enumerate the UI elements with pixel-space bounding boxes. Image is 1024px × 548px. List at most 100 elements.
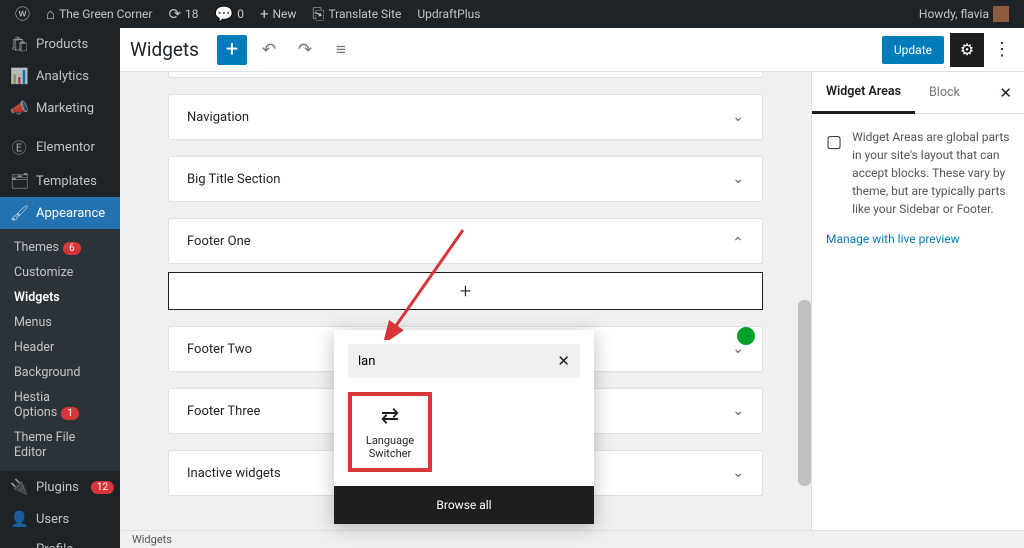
close-panel-button[interactable]: ✕ — [987, 74, 1024, 112]
status-indicator — [737, 327, 755, 345]
new-label: New — [272, 7, 296, 21]
list-view-button[interactable]: ≡ — [327, 36, 355, 64]
breadcrumb[interactable]: Widgets — [132, 533, 172, 546]
marketing-icon: 📣 — [10, 99, 28, 117]
settings-button[interactable]: ⚙ — [950, 33, 984, 67]
inserter-search-input[interactable] — [358, 354, 557, 369]
scrollbar[interactable] — [798, 300, 811, 486]
products-icon: 🛍 — [10, 35, 28, 53]
new-link[interactable]: +New — [253, 0, 303, 28]
submenu-widgets[interactable]: Widgets — [0, 285, 120, 310]
widget-area-big-title[interactable]: Big Title Section ⌄ — [168, 156, 763, 202]
submenu-theme-editor[interactable]: Theme File Editor — [0, 425, 120, 465]
updates-count: 18 — [185, 7, 199, 21]
badge: 12 — [91, 481, 114, 494]
section-title: Footer Two — [187, 342, 252, 357]
submenu-label: Background — [14, 365, 80, 380]
menu-label: Appearance — [36, 206, 105, 221]
language-switcher-icon: ⇄ — [381, 404, 399, 429]
section-title: Inactive widgets — [187, 466, 281, 481]
editor-header: Widgets + ↶ ↷ ≡ Update ⚙ ⋮ — [120, 28, 1024, 72]
submenu-hestia[interactable]: Hestia Options 1 — [0, 385, 120, 425]
site-name-label: The Green Corner — [59, 7, 152, 21]
appearance-submenu: Themes 6 Customize Widgets Menus Header B… — [0, 229, 120, 471]
manage-live-preview-link[interactable]: Manage with live preview — [812, 232, 1024, 246]
avatar — [993, 6, 1009, 22]
submenu-themes[interactable]: Themes 6 — [0, 235, 120, 260]
browse-all-button[interactable]: Browse all — [334, 486, 594, 524]
updraft-link[interactable]: UpdraftPlus — [410, 0, 487, 28]
chevron-down-icon: ⌄ — [732, 403, 744, 419]
chevron-down-icon: ⌄ — [732, 109, 744, 125]
menu-marketing[interactable]: 📣 Marketing — [0, 92, 120, 124]
account-menu[interactable]: Howdy, flavia — [912, 0, 1016, 28]
page-title: Widgets — [130, 38, 199, 61]
menu-label: Analytics — [36, 69, 89, 84]
users-icon: 👤 — [10, 510, 28, 528]
menu-appearance[interactable]: 🖌Appearance — [0, 197, 120, 229]
update-button[interactable]: Update — [882, 36, 944, 64]
inserter-search: ✕ — [348, 344, 580, 378]
panel-description: Widget Areas are global parts in your si… — [852, 128, 1010, 218]
submenu-label: Theme File Editor — [14, 430, 75, 460]
tab-widget-areas[interactable]: Widget Areas — [812, 72, 915, 114]
tab-block[interactable]: Block — [915, 73, 974, 112]
block-label: Language Switcher — [352, 434, 428, 460]
chevron-up-icon: ⌄ — [732, 233, 744, 249]
analytics-icon: 📊 — [10, 67, 28, 85]
admin-sidebar: 🛍 Products 📊 Analytics 📣 Marketing Ⓔ Element… — [0, 28, 120, 548]
add-block-appender[interactable]: + — [168, 272, 763, 310]
add-block-button[interactable]: + — [217, 35, 247, 65]
submenu-menus[interactable]: Menus — [0, 310, 120, 335]
submenu-customize[interactable]: Customize — [0, 260, 120, 285]
menu-elementor[interactable]: Ⓔ Elementor — [0, 130, 120, 165]
section-title: Footer One — [187, 234, 251, 249]
admin-bar: ⓦ ⌂The Green Corner ⟳18 💬0 +New ⎘Transla… — [0, 0, 1024, 28]
comments-link[interactable]: 💬0 — [208, 0, 251, 28]
menu-label: Elementor — [36, 140, 95, 155]
section-title: Big Title Section — [187, 172, 280, 187]
undo-button[interactable]: ↶ — [255, 36, 283, 64]
site-name-link[interactable]: ⌂The Green Corner — [39, 0, 159, 28]
menu-label: Templates — [36, 174, 97, 189]
badge: 1 — [61, 407, 79, 420]
menu-analytics[interactable]: 📊 Analytics — [0, 60, 120, 92]
translate-link[interactable]: ⎘Translate Site — [305, 0, 408, 28]
submenu-label: Widgets — [14, 290, 60, 305]
wp-logo[interactable]: ⓦ — [8, 0, 37, 28]
widget-area-navigation[interactable]: Navigation⌄ — [168, 94, 763, 140]
menu-templates[interactable]: 🗂 Templates — [0, 165, 120, 197]
menu-plugins[interactable]: 🔌Plugins12 — [0, 471, 120, 503]
submenu-label: Customize — [14, 265, 73, 280]
menu-label: Products — [36, 37, 88, 52]
submenu-header[interactable]: Header — [0, 335, 120, 360]
plus-icon: + — [460, 279, 471, 303]
templates-icon: 🗂 — [10, 172, 28, 190]
menu-profile-builder[interactable]: 👥Profile Builder — [0, 535, 120, 548]
section-title: Footer Three — [187, 404, 260, 419]
submenu-label: Themes — [14, 240, 59, 255]
widget-area-footer-one[interactable]: Footer One ⌄ — [168, 218, 763, 264]
menu-label: Profile Builder — [36, 542, 110, 548]
more-options-button[interactable]: ⋮ — [990, 39, 1014, 60]
menu-label: Marketing — [36, 101, 94, 116]
menu-users[interactable]: 👤 Users — [0, 503, 120, 535]
elementor-icon: Ⓔ — [10, 137, 28, 158]
block-language-switcher[interactable]: ⇄ Language Switcher — [348, 392, 432, 472]
submenu-label: Header — [14, 340, 54, 355]
menu-label: Users — [36, 512, 69, 527]
clear-search-button[interactable]: ✕ — [557, 352, 570, 370]
submenu-background[interactable]: Background — [0, 360, 120, 385]
submenu-label: Hestia Options — [14, 390, 57, 420]
settings-panel: Widget Areas Block ✕ ▢ Widget Areas are … — [811, 72, 1024, 530]
panel-tabs: Widget Areas Block ✕ — [812, 72, 1024, 114]
updates-link[interactable]: ⟳18 — [161, 0, 205, 28]
howdy-label: Howdy, flavia — [919, 7, 989, 21]
chevron-down-icon: ⌄ — [732, 465, 744, 481]
badge: 6 — [63, 242, 81, 255]
submenu-label: Menus — [14, 315, 52, 330]
chevron-down-icon: ⌄ — [732, 171, 744, 187]
redo-button[interactable]: ↷ — [291, 36, 319, 64]
menu-products[interactable]: 🛍 Products — [0, 28, 120, 60]
block-inserter-popover: ✕ ⇄ Language Switcher Browse all — [334, 330, 594, 524]
